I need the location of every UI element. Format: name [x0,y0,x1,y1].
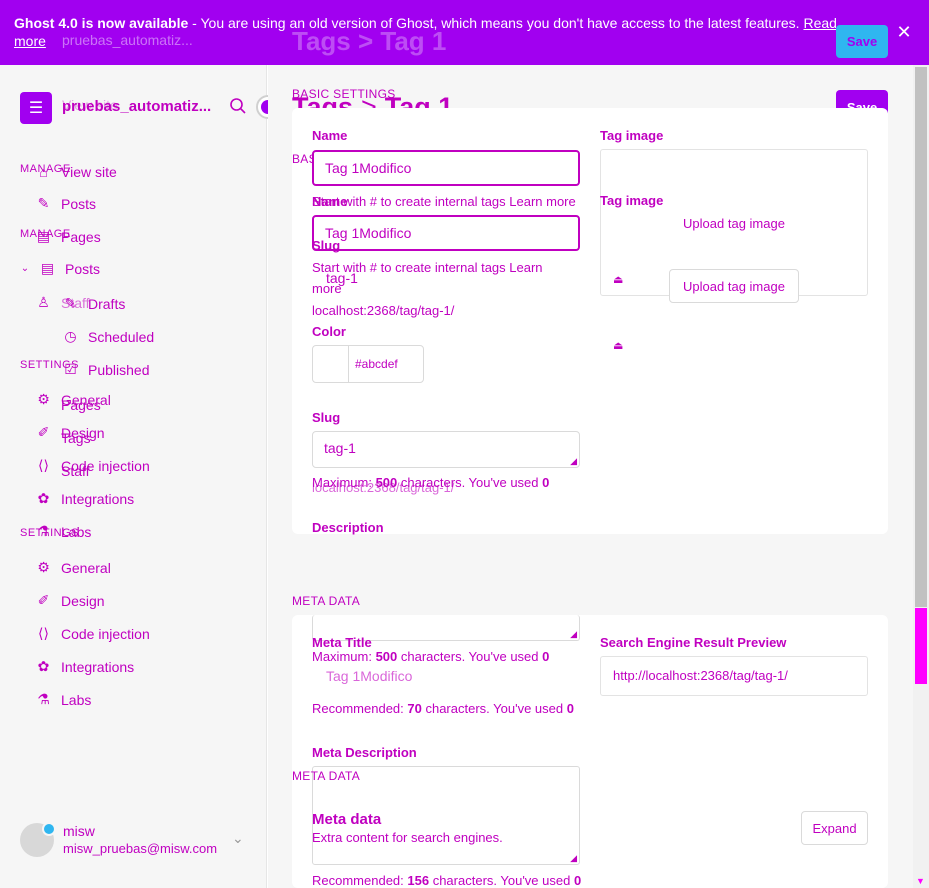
integrations-icon: ✿ [37,490,50,506]
ghost-save-button[interactable]: Save [836,25,888,58]
nav-section-settings: SETTINGS [20,527,80,539]
meta-card-subtitle: Extra content for search engines. [312,830,503,845]
meta-data-heading-ghost: META DATA [292,594,361,608]
meta-title-label: Meta Title [312,635,372,650]
avatar [20,822,56,857]
nav-drafts[interactable]: ✎ Drafts [62,295,126,312]
slug-label-ghost: Slug [312,238,341,253]
staff-ghost-icon [35,462,52,479]
nav-code-injection[interactable]: ⟨⟩ Code injection [35,625,150,642]
posts-icon: ✎ [37,195,50,211]
scrollbar-highlight [915,608,927,684]
pages-icon: ▤ [36,228,51,244]
color-input[interactable]: #abcdef [312,345,424,383]
expand-button[interactable]: Expand [801,811,868,845]
slug-url: localhost:2368/tag/tag-1/ [312,480,455,495]
tag-icon [35,429,52,446]
description-label: Description [312,520,384,535]
scrollbar-thumb[interactable] [915,67,927,607]
site-name[interactable]: pruebas_automatiz... [62,98,217,115]
nav-staff[interactable]: Staff [35,462,90,479]
ghost-breadcrumb: Tags > Tag 1 [292,26,447,56]
nav-integrations[interactable]: ✿ Integrations [35,658,135,675]
upload-icon-ghost: ⏏ [613,340,624,352]
nav-published[interactable]: ☑ Published [62,361,149,378]
published-icon: ☑ [64,361,77,377]
scrollbar[interactable]: ▲ ▼ [913,65,929,888]
tag-image-label: Tag image [600,193,664,208]
color-label: Color [312,324,346,339]
upload-icon: ⏏ [613,274,624,286]
update-banner: Ghost 4.0 is now available - You are usi… [0,0,929,65]
name-label: Name [312,128,348,143]
nav-integrations-ghost[interactable]: ✿ Integrations [35,490,135,507]
posts-list-icon: ▤ [40,260,55,276]
user-email: misw_pruebas@misw.com [63,841,218,856]
slug-value-ghost: tag-1 [326,270,358,286]
name-input-ghost[interactable]: Tag 1Modifico [312,150,580,186]
search-preview-url: http://localhost:2368/tag/tag-1/ [600,656,868,696]
meta-title-input[interactable]: Tag 1Modifico [326,668,412,684]
resize-grip-icon[interactable]: ◢ [570,457,577,466]
name-label-ghost: Name [312,194,348,209]
scroll-down-icon[interactable]: ▼ [916,876,925,886]
upload-image-button[interactable]: Upload tag image [669,269,799,303]
slug-label: Slug [312,410,341,425]
code-icon: ⟨⟩ [38,625,49,641]
resize-grip-icon[interactable]: ◢ [570,854,577,863]
upload-image-button-ghost[interactable]: Upload tag image [670,206,798,240]
update-title: Ghost 4.0 is now available [14,15,189,31]
site-logo-icon[interactable]: ☰ [20,92,52,124]
flask-icon: ⚗ [37,691,50,707]
nav-tags[interactable]: Tags [35,429,91,446]
meta-description-label: Meta Description [312,745,417,760]
name-hint-ghost: Start with # to create internal tags Lea… [312,194,576,209]
nav-labs[interactable]: ⚗ Labs [35,691,91,708]
update-text: - You are using an old version of Ghost,… [188,15,804,31]
tag-image-label-ghost: Tag image [600,128,664,143]
slug-url-ghost: localhost:2368/tag/tag-1/ [312,303,455,318]
house-icon: ⌂ [39,163,48,180]
nav-posts-expand[interactable]: ⌄ ▤ Posts [20,260,100,277]
chevron-down-icon: ⌄ [232,830,244,846]
user-menu[interactable]: misw misw_pruebas@misw.com ⌄ [20,821,250,861]
nav-scheduled[interactable]: ◷ Scheduled [62,328,154,345]
integrations-icon: ✿ [37,658,50,674]
staff-icon: ♙ [37,294,50,310]
color-placeholder: #abcdef [355,357,398,371]
meta-card-title: Meta data [312,811,382,828]
nav-general[interactable]: ⚙ General [35,559,111,576]
nav-pages-ghost[interactable]: ▤ Pages [35,228,101,245]
nav-design[interactable]: ✐ Design [35,592,105,609]
ghost-site-name: pruebas_automatiz... [62,32,193,48]
pages-doc-icon [35,396,52,413]
nav-view-site[interactable]: ⌂ View site [35,163,117,180]
meta-title-hint: Recommended: 70 characters. You've used … [312,701,574,716]
name-input[interactable]: Tag 1Modifico [312,215,580,251]
color-swatch[interactable] [313,346,349,382]
search-preview-label: Search Engine Result Preview [600,635,787,650]
close-banner-icon[interactable]: ✕ [895,23,913,41]
gear-icon: ⚙ [37,559,50,575]
nav-posts[interactable]: ✎ Posts [35,195,96,212]
nav-pages[interactable]: Pages [35,396,101,413]
clock-icon: ◷ [64,328,77,344]
slug-input[interactable]: tag-1 ◢ [312,431,580,468]
search-icon[interactable] [229,97,247,115]
drafts-icon: ✎ [64,295,77,311]
meta-description-hint: Recommended: 156 characters. You've used… [312,873,582,888]
resize-grip-icon[interactable]: ◢ [570,630,577,639]
user-name: misw [63,823,95,839]
meta-data-heading: META DATA [292,769,361,783]
brush-icon: ✐ [37,592,50,608]
chevron-down-icon: ⌄ [20,263,30,274]
description-hint: Maximum: 500 characters. You've used 0 [312,649,550,664]
